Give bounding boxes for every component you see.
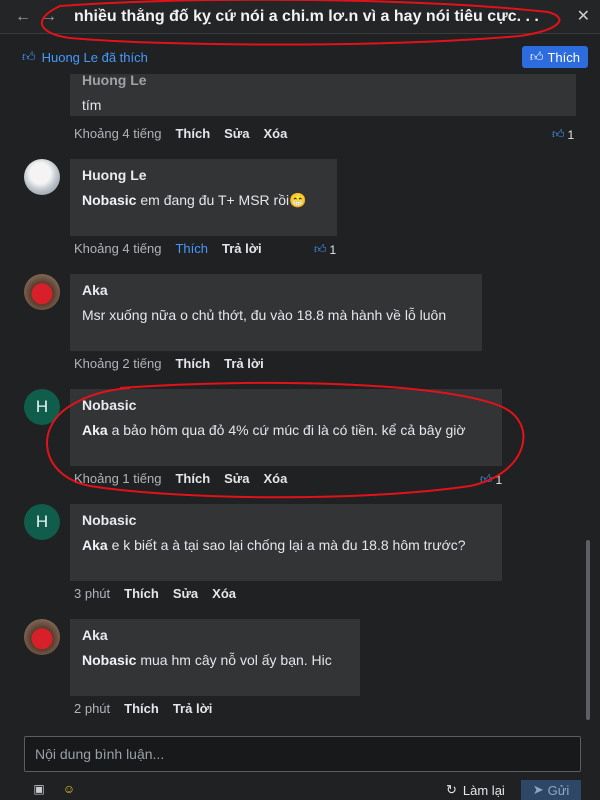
comment-meta: Khoảng 1 tiếng Thích Sửa Xóa [74, 471, 287, 486]
mention[interactable]: Aka [82, 537, 108, 553]
like-action[interactable]: Thích [124, 701, 159, 716]
comment-composer [24, 736, 581, 772]
liked-by-bar: 👍︎ Huong Le đã thích 👍︎ Thích [0, 40, 600, 74]
comment-bubble: Nobasic Aka a bảo hôm qua đỏ 4% cứ múc đ… [70, 389, 502, 466]
scrollbar[interactable] [586, 540, 590, 720]
comment-time: Khoảng 2 tiếng [74, 356, 162, 371]
reload-label: Làm lại [462, 782, 505, 798]
comment-input[interactable] [25, 737, 580, 771]
edit-action[interactable]: Sửa [173, 586, 198, 601]
comment-author[interactable]: Nobasic [82, 512, 490, 528]
arrow-left-icon[interactable]: ← [12, 8, 34, 26]
edit-action[interactable]: Sửa [224, 471, 249, 486]
comment-meta: 2 phút Thích Trả lời [74, 701, 212, 716]
comment-author[interactable]: Aka [82, 627, 348, 643]
arrow-right-icon[interactable]: → [38, 8, 60, 26]
avatar[interactable] [24, 274, 60, 310]
comment-time: 2 phút [74, 701, 111, 716]
mention[interactable]: Aka [82, 422, 108, 438]
comment-text: Nobasic mua hm cây nỗ vol ấy bạn. Hic [82, 649, 348, 671]
comment-meta: 3 phút Thích Sửa Xóa [74, 586, 236, 601]
like-action[interactable]: Thích [124, 586, 159, 601]
like-count-value: 1 [495, 472, 503, 487]
thumbs-up-icon: 👍︎ [314, 242, 327, 256]
send-icon: ➤ [532, 782, 544, 797]
avatar[interactable]: H [24, 389, 60, 425]
comment-bubble: Huong Le Nobasic em đang đu T+ MSR rồi😁 [70, 159, 337, 236]
comments-list[interactable]: Huong Le tím Khoảng 4 tiếng Thích Sửa Xó… [0, 74, 600, 722]
post-title: nhiều thằng đố kỵ cứ nói a chi.m lơ.n vì… [74, 7, 539, 25]
image-icon[interactable]: ▣ [30, 782, 48, 798]
reply-action[interactable]: Trả lời [224, 356, 264, 371]
delete-action[interactable]: Xóa [263, 126, 287, 141]
thumbs-up-icon: 👍︎ [22, 49, 36, 64]
mention[interactable]: Nobasic [82, 192, 136, 208]
like-action[interactable]: Thích [175, 471, 210, 486]
mention[interactable]: Nobasic [82, 652, 136, 668]
like-count-value: 1 [567, 127, 575, 142]
like-action[interactable]: Thích [175, 126, 210, 141]
refresh-icon: ↻ [446, 782, 457, 797]
comment-author[interactable]: Huong Le [82, 74, 564, 88]
like-count: 👍︎ 1 [480, 472, 502, 487]
comment-time: Khoảng 4 tiếng [74, 126, 162, 141]
comment-meta: Khoảng 4 tiếng Thích Sửa Xóa [74, 126, 287, 141]
like-count-value: 1 [329, 242, 337, 257]
avatar[interactable] [24, 159, 60, 195]
reply-action[interactable]: Trả lời [222, 241, 262, 256]
comment-time: 3 phút [74, 586, 111, 601]
like-action[interactable]: Thích [175, 241, 208, 256]
comment-text: Aka a bảo hôm qua đỏ 4% cứ múc đi là có … [82, 419, 490, 441]
title-bar: ← → nhiều thằng đố kỵ cứ nói a chi.m lơ.… [0, 0, 600, 34]
delete-action[interactable]: Xóa [263, 471, 287, 486]
reload-button[interactable]: ↻ Làm lại [446, 782, 505, 798]
comment-author[interactable]: Huong Le [82, 167, 325, 183]
comment-bubble: Huong Le tím [70, 74, 576, 116]
thumbs-up-icon: 👍︎ [529, 49, 544, 64]
comment-text: tím [82, 97, 102, 113]
avatar[interactable]: H [24, 504, 60, 540]
comment-time: Khoảng 1 tiếng [74, 471, 162, 486]
send-button[interactable]: ➤ Gửi [521, 780, 581, 800]
like-post-label: Thích [547, 49, 580, 65]
like-count: 👍︎ 1 [552, 127, 574, 142]
thumbs-up-icon: 👍︎ [552, 127, 565, 141]
comment-body: em đang đu T+ MSR rồi😁 [140, 192, 307, 208]
comment-text: Msr xuống nữa o chủ thớt, đu vào 18.8 mà… [82, 307, 447, 323]
delete-action[interactable]: Xóa [212, 586, 236, 601]
comment-body: e k biết a à tại sao lại chống lại a mà … [111, 537, 466, 553]
comment-text: Nobasic em đang đu T+ MSR rồi😁 [82, 189, 325, 211]
like-post-button[interactable]: 👍︎ Thích [521, 46, 588, 68]
comment-meta: Khoảng 4 tiếng Thích Trả lời [74, 241, 262, 256]
comment-time: Khoảng 4 tiếng [74, 241, 162, 256]
emoji-icon[interactable]: ☺ [60, 782, 78, 798]
comment-author[interactable]: Aka [82, 282, 470, 298]
close-icon[interactable]: ✕ [577, 6, 590, 26]
comment-text: Aka e k biết a à tại sao lại chống lại a… [82, 534, 490, 556]
send-label: Gửi [547, 782, 570, 798]
composer-toolbar: ▣ ☺ ↻ Làm lại ➤ Gửi [0, 780, 600, 800]
liked-by-text[interactable]: Huong Le đã thích [42, 50, 148, 65]
comment-body: mua hm cây nỗ vol ấy bạn. Hic [140, 652, 332, 668]
edit-action[interactable]: Sửa [224, 126, 249, 141]
comment-bubble: Aka Msr xuống nữa o chủ thớt, đu vào 18.… [70, 274, 482, 351]
like-action[interactable]: Thích [175, 356, 210, 371]
comment-bubble: Nobasic Aka e k biết a à tại sao lại chố… [70, 504, 502, 581]
reply-action[interactable]: Trả lời [173, 701, 213, 716]
like-count: 👍︎ 1 [314, 242, 336, 257]
thumbs-up-icon: 👍︎ [480, 472, 493, 486]
comment-meta: Khoảng 2 tiếng Thích Trả lời [74, 356, 264, 371]
comment-body: a bảo hôm qua đỏ 4% cứ múc đi là có tiền… [111, 422, 466, 438]
avatar[interactable] [24, 619, 60, 655]
comment-author[interactable]: Nobasic [82, 397, 490, 413]
comment-bubble: Aka Nobasic mua hm cây nỗ vol ấy bạn. Hi… [70, 619, 360, 696]
